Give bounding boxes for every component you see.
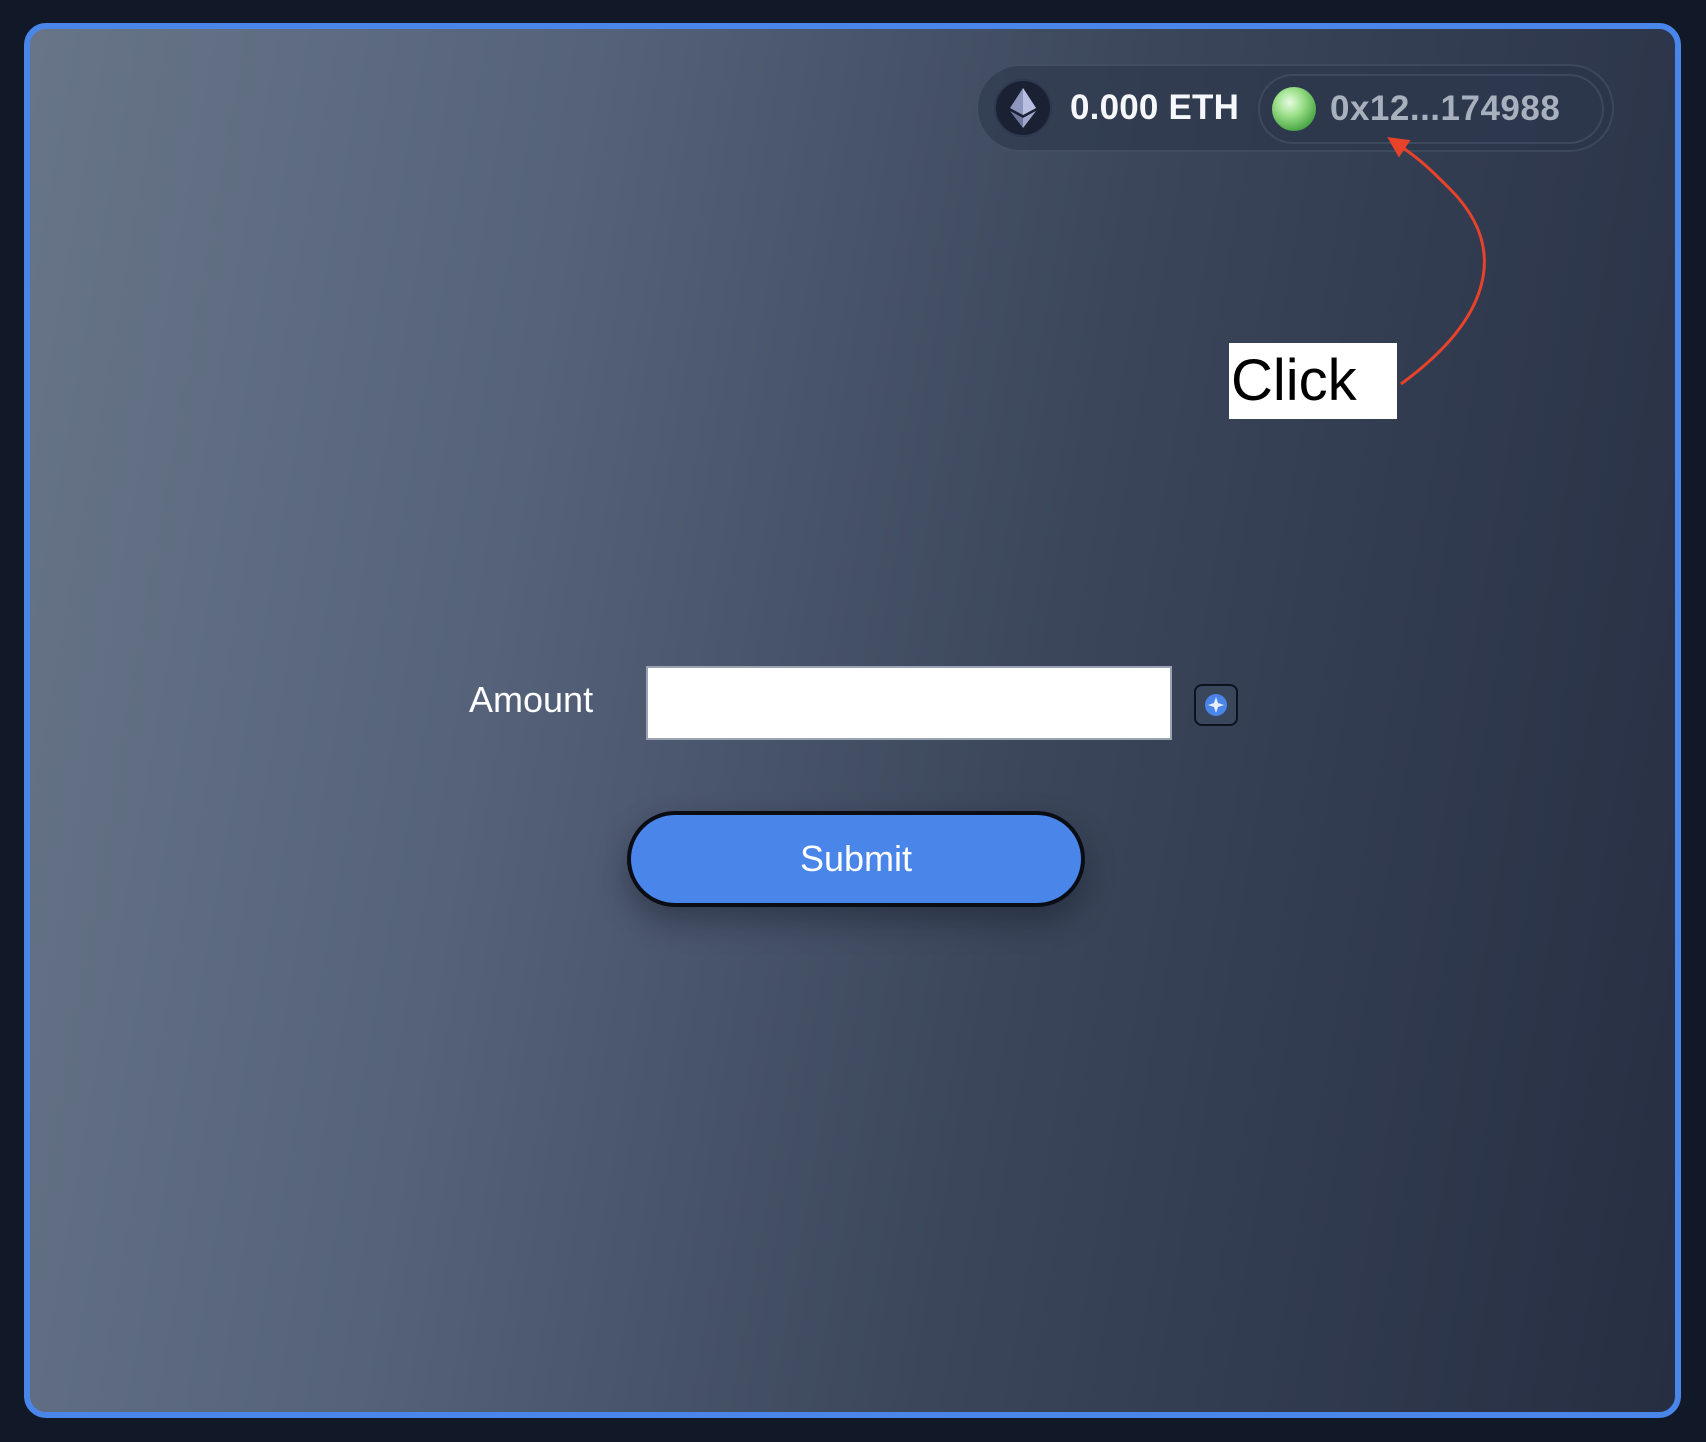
account-avatar-icon bbox=[1272, 87, 1316, 131]
wallet-extension-icon[interactable] bbox=[1194, 684, 1238, 726]
eth-balance: 0.000 ETH bbox=[1070, 88, 1240, 127]
wallet-header: 0.000 ETH 0x12...174988 bbox=[976, 64, 1614, 152]
submit-button[interactable]: Submit bbox=[627, 811, 1085, 907]
account-address: 0x12...174988 bbox=[1330, 89, 1561, 128]
app-frame: 0.000 ETH 0x12...174988 Click Amount Sub… bbox=[24, 23, 1681, 1418]
annotation-label: Click bbox=[1229, 343, 1397, 419]
amount-label: Amount bbox=[469, 679, 594, 720]
account-address-button[interactable]: 0x12...174988 bbox=[1258, 74, 1604, 144]
amount-input[interactable] bbox=[646, 666, 1172, 740]
ethereum-icon bbox=[994, 79, 1052, 137]
